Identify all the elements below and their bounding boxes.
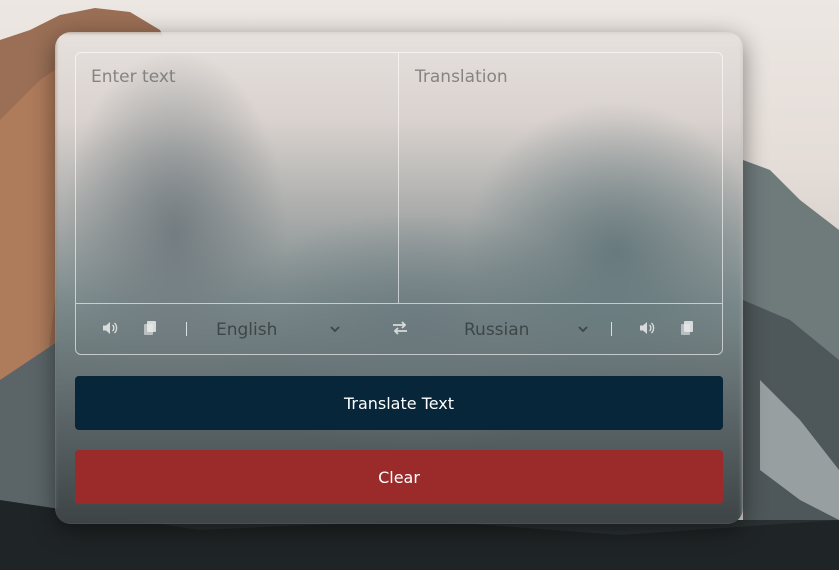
translation-panel: English Russian	[75, 52, 723, 355]
translation-output[interactable]	[400, 53, 723, 303]
source-language-value: English	[216, 320, 278, 340]
divider	[611, 322, 612, 336]
target-language-select[interactable]: Russian	[464, 314, 588, 346]
source-text-input[interactable]	[76, 53, 399, 303]
volume-icon	[639, 321, 655, 338]
swap-languages-button[interactable]	[388, 304, 412, 355]
translation-controls: English Russian	[76, 303, 722, 354]
target-speak-button[interactable]	[637, 304, 657, 355]
exchange-icon	[391, 319, 409, 340]
source-speak-button[interactable]	[100, 304, 120, 355]
source-language-select[interactable]: English	[216, 314, 340, 346]
clear-button[interactable]: Clear	[75, 450, 723, 504]
volume-icon	[102, 321, 118, 338]
target-language-value: Russian	[464, 320, 530, 340]
chevron-down-icon	[578, 322, 588, 336]
translator-card: English Russian	[55, 32, 743, 524]
source-copy-button[interactable]	[140, 304, 160, 355]
copy-icon	[144, 321, 156, 338]
copy-icon	[681, 321, 693, 338]
translate-button[interactable]: Translate Text	[75, 376, 723, 430]
divider	[186, 322, 187, 336]
target-copy-button[interactable]	[677, 304, 697, 355]
chevron-down-icon	[330, 322, 340, 336]
